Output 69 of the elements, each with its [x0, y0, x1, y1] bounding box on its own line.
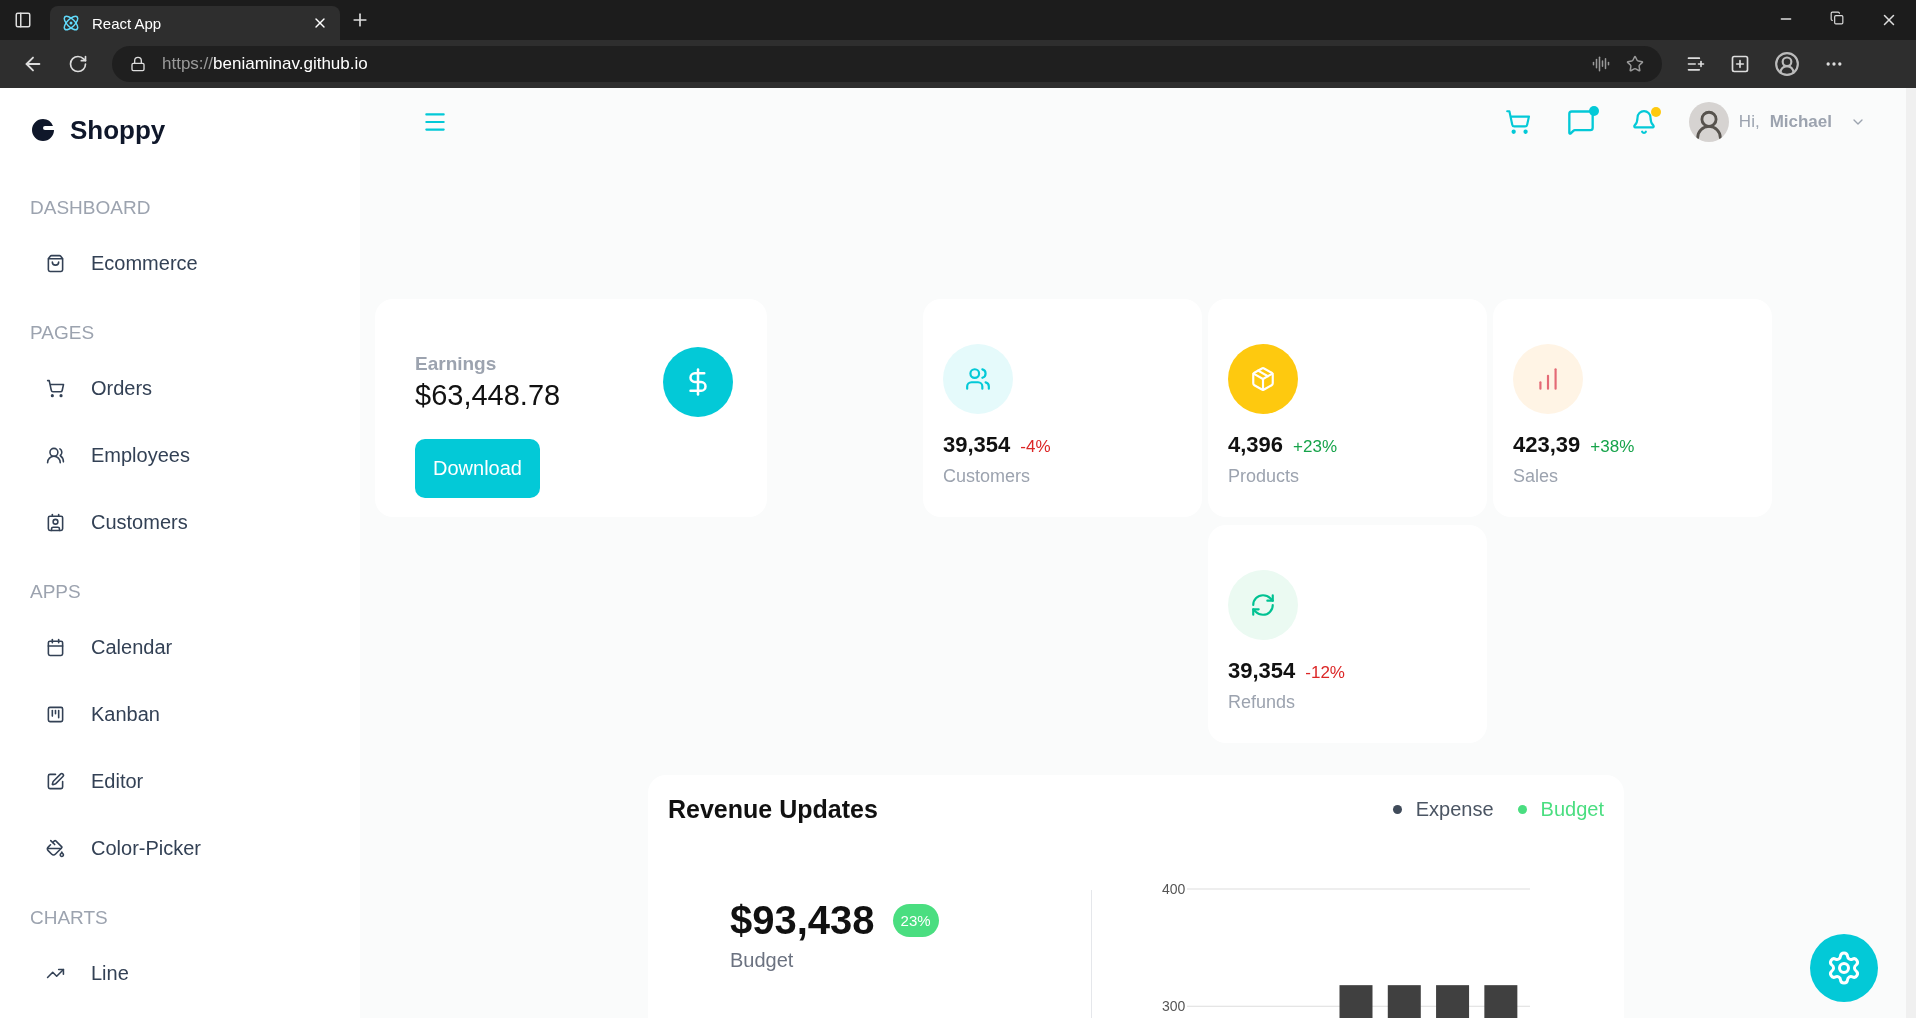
- gear-icon: [1826, 950, 1862, 986]
- kanban-icon: [46, 705, 65, 724]
- atom-icon: [62, 14, 80, 32]
- earnings-label: Earnings: [415, 352, 498, 375]
- bar: [1339, 985, 1373, 1018]
- sidebar-item[interactable]: Orders: [30, 355, 340, 422]
- reload-icon[interactable]: [68, 54, 88, 74]
- budget-amount: $93,438: [730, 898, 875, 943]
- contact-icon: [46, 513, 65, 532]
- stat-title: Refunds: [1228, 692, 1297, 713]
- legend-label: Budget: [1540, 798, 1604, 821]
- paint-bucket-icon: [46, 839, 65, 858]
- stat-title: Sales: [1513, 466, 1560, 487]
- profile-icon[interactable]: [1774, 51, 1800, 77]
- star-icon[interactable]: [1626, 55, 1644, 73]
- sidebar-item[interactable]: Employees: [30, 422, 340, 489]
- percent-badge: 23%: [892, 904, 939, 937]
- address-field[interactable]: https://beniaminav.github.io: [112, 46, 1662, 82]
- earnings-amount: $63,448.78: [415, 378, 561, 412]
- logo-icon: [30, 117, 56, 143]
- sidebar-item[interactable]: Editor: [30, 748, 340, 815]
- url-text: https://beniaminav.github.io: [162, 54, 369, 74]
- sidebar-item[interactable]: Color-Picker: [30, 815, 340, 882]
- card-title: Revenue Updates: [668, 795, 878, 824]
- sidebar-item[interactable]: Line: [30, 940, 340, 1007]
- people-icon: [46, 446, 65, 465]
- legend-label: Expense: [1415, 798, 1494, 821]
- section-heading: APPS: [30, 580, 82, 604]
- bar: [1436, 985, 1470, 1018]
- avatar[interactable]: [1688, 102, 1729, 142]
- user-name: Michael: [1769, 112, 1832, 132]
- budget-label: Budget: [730, 949, 795, 972]
- sidebar-item[interactable]: Calendar: [30, 614, 340, 681]
- favorites-icon[interactable]: [1686, 54, 1706, 74]
- section-heading: PAGES: [30, 321, 96, 345]
- stat-value: 39,354: [943, 432, 1011, 458]
- tab-title: React App: [92, 14, 163, 32]
- stat-change: -12%: [1305, 663, 1345, 683]
- section-heading: CHARTS: [30, 906, 109, 930]
- stat-value: 39,354: [1228, 658, 1296, 684]
- browser-tab[interactable]: React App: [50, 6, 340, 40]
- stat-value: 4,396: [1228, 432, 1284, 458]
- greeting: Hi,: [1738, 112, 1760, 132]
- stat-title: Products: [1228, 466, 1301, 487]
- lock-icon: [130, 56, 146, 72]
- collections-icon[interactable]: [1730, 54, 1750, 74]
- bar: [1484, 985, 1518, 1018]
- stat-change: +23%: [1293, 437, 1337, 457]
- sidebar-item[interactable]: Kanban: [30, 681, 340, 748]
- calendar-icon: [46, 638, 65, 657]
- notification-dot: [1650, 107, 1661, 117]
- stat-value: 423,39: [1513, 432, 1581, 458]
- pen-square-icon: [46, 772, 65, 791]
- axis-label: 300: [1162, 998, 1186, 1015]
- bag-icon: [46, 254, 65, 273]
- stat-title: Customers: [943, 466, 1032, 487]
- brand-name: Shoppy: [70, 114, 166, 146]
- section-heading: DASHBOARD: [30, 196, 152, 220]
- stat-change: +38%: [1590, 437, 1635, 457]
- axis-label: 400: [1162, 881, 1186, 897]
- sidebar-item[interactable]: Customers: [30, 489, 340, 556]
- sidebar-item[interactable]: Ecommerce: [30, 230, 340, 297]
- notification-dot: [1588, 106, 1599, 116]
- restore-icon[interactable]: [1830, 11, 1844, 25]
- stat-change: -4%: [1020, 437, 1051, 457]
- bar: [1387, 985, 1421, 1018]
- sidebar-toggle-icon[interactable]: [14, 11, 32, 29]
- read-aloud-icon[interactable]: [1592, 55, 1610, 73]
- cart-icon: [46, 379, 65, 398]
